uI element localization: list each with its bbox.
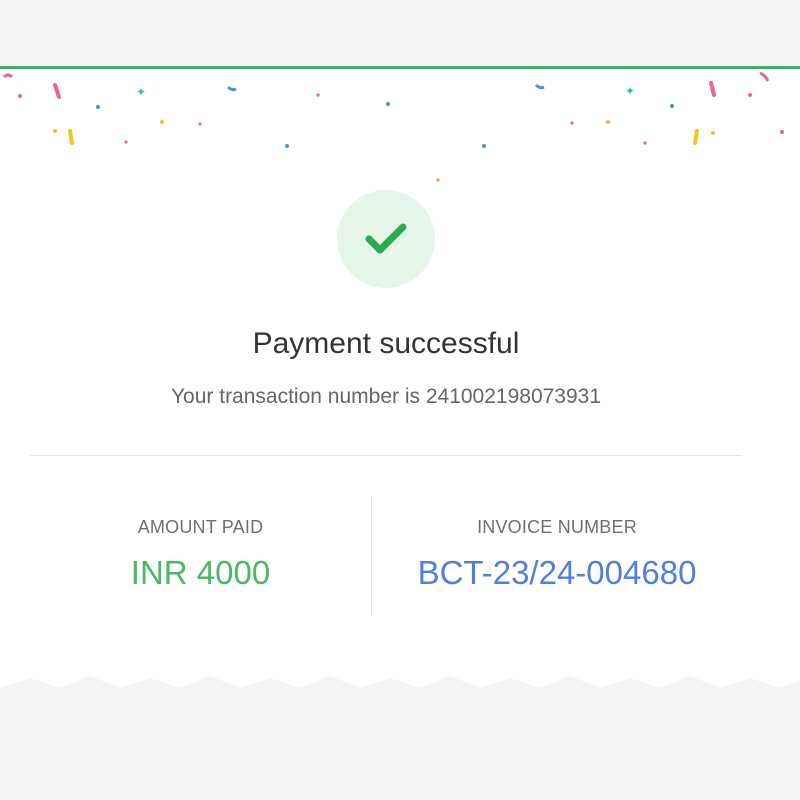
horizontal-divider (30, 455, 742, 456)
receipt-card: ✦ ✦ Payment successful Your transaction … (0, 66, 800, 692)
checkmark-icon (365, 223, 407, 254)
transaction-number-text: Your transaction number is 2410021980739… (170, 385, 602, 408)
svg-text:✦: ✦ (625, 84, 635, 98)
invoice-number-value: BCT-23/24-004680 (417, 554, 697, 591)
svg-text:✦: ✦ (136, 85, 146, 99)
payment-success-page: ✦ ✦ Payment successful Your transaction … (0, 0, 800, 800)
invoice-number-label: INVOICE NUMBER (477, 517, 637, 537)
payment-status-title: Payment successful (252, 327, 520, 360)
amount-paid-label: AMOUNT PAID (137, 517, 264, 537)
success-check-circle (337, 190, 435, 288)
amount-paid-value: INR 4000 (130, 554, 271, 591)
amount-paid-section: AMOUNT PAID INR 4000 (30, 517, 371, 592)
receipt-zigzag-edge (0, 676, 800, 698)
invoice-number-section: INVOICE NUMBER BCT-23/24-004680 (372, 517, 742, 592)
